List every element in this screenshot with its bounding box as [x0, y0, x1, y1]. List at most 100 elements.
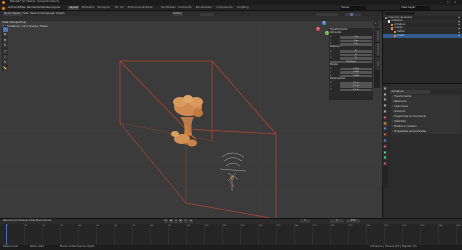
- workspace-tab[interactable]: Animación: [177, 6, 193, 11]
- location-value-field[interactable]: 0 m: [340, 36, 372, 39]
- visibility-eye-icon[interactable]: ◉: [458, 31, 460, 34]
- render-icon[interactable]: ■: [382, 91, 388, 97]
- rotate-icon[interactable]: ↻: [2, 43, 8, 49]
- workspace-tab[interactable]: Esculpido: [96, 6, 111, 11]
- menu-file[interactable]: Archivo: [8, 6, 18, 10]
- workspace-tab[interactable]: Renderizado: [195, 6, 214, 11]
- view-layer-selector[interactable]: View Layer: [400, 6, 430, 10]
- prev-key-button[interactable]: ◀: [169, 219, 173, 223]
- armature-bones[interactable]: [219, 152, 247, 191]
- sidebar-tab[interactable]: Vista: [374, 57, 380, 70]
- workspace-tab[interactable]: Scripting: [236, 6, 250, 11]
- menu-edit[interactable]: Editar: [18, 6, 26, 10]
- rotation-value-field[interactable]: 0°: [340, 50, 372, 53]
- scene-icon[interactable]: ■: [382, 108, 388, 114]
- properties-section[interactable]: › Trayectorias de movimiento: [391, 114, 461, 120]
- timeline-menu-markers[interactable]: Marcadores: [36, 220, 51, 223]
- play-reverse-button[interactable]: ◁: [174, 219, 178, 223]
- world-icon[interactable]: ■: [382, 114, 388, 120]
- constraints-icon[interactable]: ■: [382, 143, 388, 149]
- tool-icon[interactable]: ■: [382, 85, 388, 91]
- transform-icon[interactable]: ⛶: [2, 54, 8, 60]
- jump-end-button[interactable]: ⏭: [189, 219, 193, 223]
- properties-section[interactable]: › Mostrar en ventana: [391, 124, 461, 129]
- blender-menu-icon[interactable]: [2, 6, 5, 10]
- texture-icon[interactable]: ■: [382, 161, 388, 167]
- timeline-menu-keys[interactable]: Claves: [20, 220, 29, 223]
- visibility-eye-icon[interactable]: ◉: [458, 16, 460, 19]
- workspace-tab[interactable]: Sombreado: [160, 6, 177, 11]
- dimensions-value-field[interactable]: 1.1 m: [340, 81, 372, 85]
- timeline-menu-view[interactable]: Vista: [29, 220, 35, 223]
- viewport-menu-view[interactable]: Vista: [22, 12, 28, 16]
- properties-section[interactable]: › Visibilidad: [391, 119, 461, 125]
- object-name-field[interactable]: Armature: [390, 90, 430, 94]
- mushroom-model[interactable]: [171, 95, 203, 147]
- visibility-eye-icon[interactable]: ◉: [458, 23, 460, 26]
- playhead[interactable]: [6, 223, 7, 245]
- viewport-menu-object[interactable]: Objeto: [56, 12, 65, 16]
- particles-icon[interactable]: ■: [382, 132, 388, 138]
- outliner-row[interactable]: Hueso ◉: [383, 34, 462, 38]
- move-icon[interactable]: ✥: [2, 37, 8, 43]
- rotation-axis-label: Y: [330, 53, 332, 56]
- scene-selector[interactable]: Scene: [340, 6, 366, 10]
- rotation-value-field[interactable]: 0°: [340, 57, 372, 60]
- scale-value-field[interactable]: 1.000: [340, 71, 372, 74]
- dimensions-value-field[interactable]: 1.1 m: [340, 88, 372, 92]
- properties-section[interactable]: › Instanciar: [391, 109, 461, 115]
- play-button[interactable]: ▶: [179, 219, 183, 223]
- output-icon[interactable]: ■: [382, 97, 388, 103]
- data-icon[interactable]: ■: [382, 149, 388, 155]
- start-frame-field[interactable]: 1: [330, 219, 344, 223]
- timeline[interactable]: 0 10 20 30 40 50 60 70 80 90 100 110 120 130 140 150 160…: [0, 223, 462, 245]
- close-button[interactable]: ×: [454, 0, 457, 4]
- bone-icon[interactable]: ■: [382, 155, 388, 161]
- zoom-icon[interactable]: ⌕: [373, 21, 379, 27]
- properties-section[interactable]: › Relaciones: [391, 99, 461, 105]
- outliner-search-input[interactable]: [385, 12, 415, 15]
- view-layer-icon[interactable]: ■: [382, 103, 388, 109]
- scale-icon[interactable]: ⤢: [2, 48, 8, 54]
- viewport-menu-add[interactable]: Agregar: [45, 12, 55, 16]
- sidebar-tab[interactable]: Herramienta: [374, 43, 380, 56]
- location-value-field[interactable]: 0 m: [340, 39, 372, 43]
- menu-help[interactable]: Ayuda: [52, 6, 60, 10]
- properties-section[interactable]: › Propiedades personalizadas: [391, 129, 461, 134]
- next-key-button[interactable]: ▷: [184, 219, 188, 223]
- timeline-tick-label: 210: [384, 224, 389, 227]
- measure-icon[interactable]: 📏: [2, 65, 8, 71]
- physics-icon[interactable]: ■: [382, 137, 388, 143]
- select-box-icon[interactable]: ⬚: [2, 26, 8, 32]
- workspace-tab[interactable]: Modelado: [81, 6, 96, 11]
- visibility-eye-icon[interactable]: ◉: [458, 27, 460, 30]
- end-frame-field[interactable]: 250: [346, 219, 360, 223]
- 3d-viewport[interactable]: [0, 11, 382, 218]
- menu-render[interactable]: Renderizar: [27, 6, 41, 10]
- properties-section[interactable]: › Transformación: [391, 94, 461, 100]
- maximize-button[interactable]: □: [447, 0, 450, 4]
- location-value-field[interactable]: 0 m: [340, 42, 372, 46]
- workspace-tab[interactable]: Composición: [215, 6, 234, 11]
- gizmo-x-axis[interactable]: X: [316, 27, 320, 31]
- cursor-icon[interactable]: ⊕: [2, 32, 8, 38]
- visibility-eye-icon[interactable]: ◉: [458, 34, 460, 37]
- workspace-tab[interactable]: Pintura de texturas: [126, 6, 153, 11]
- annotate-icon[interactable]: ✎: [2, 60, 8, 66]
- jump-start-button[interactable]: ⏮: [164, 219, 168, 223]
- object-icon[interactable]: ■: [382, 120, 388, 126]
- visibility-eye-icon[interactable]: ◉: [458, 20, 460, 23]
- workspace-tab[interactable]: Layout: [68, 5, 80, 11]
- current-frame-field[interactable]: 1: [300, 219, 310, 223]
- sidebar-tab[interactable]: Elemento: [374, 29, 380, 42]
- dimensions-value-field[interactable]: 1.1 m: [340, 85, 372, 88]
- timeline-menu-playback[interactable]: Reproducción: [3, 220, 21, 223]
- gizmo-z-axis[interactable]: Z: [322, 21, 326, 25]
- minimize-button[interactable]: –: [440, 0, 443, 4]
- workspace-tab[interactable]: Ed. UV: [114, 6, 125, 11]
- modifier-icon[interactable]: ■: [382, 126, 388, 132]
- viewport-menu-select[interactable]: Seleccionar: [30, 12, 45, 16]
- properties-section[interactable]: › Colecciones: [391, 104, 461, 110]
- rotation-value-field[interactable]: 0°: [340, 53, 372, 57]
- menu-window[interactable]: Ventana: [41, 6, 52, 10]
